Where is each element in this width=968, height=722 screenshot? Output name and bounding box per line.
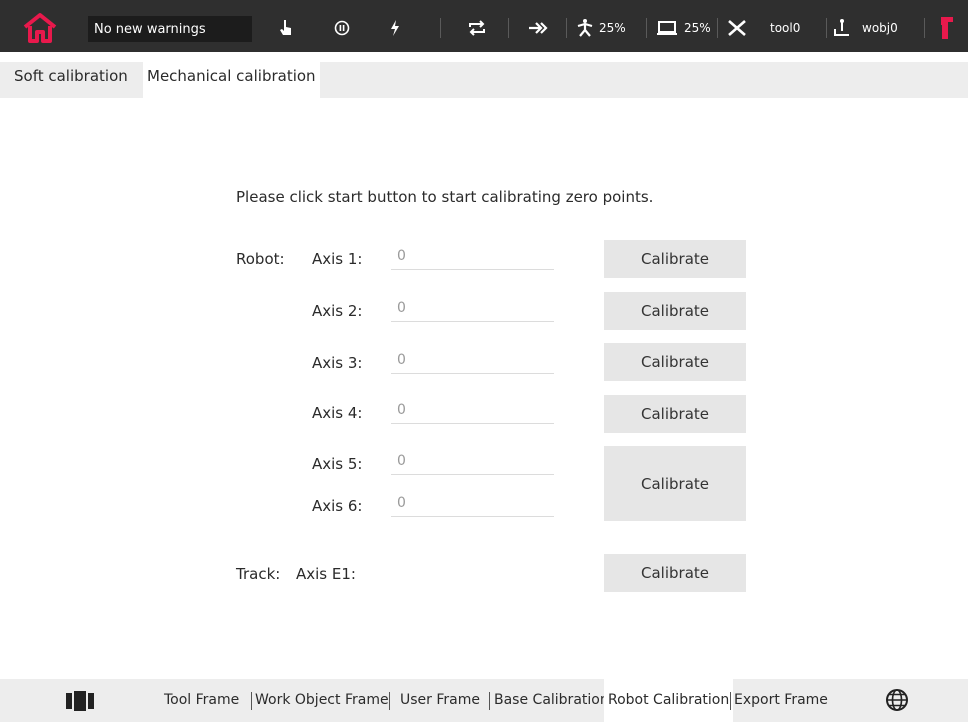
speed-percent: 25%: [599, 21, 626, 35]
joystick-icon: [834, 19, 849, 36]
calibrate-axis-5-6-button[interactable]: Calibrate: [604, 446, 746, 521]
axis-e1-label: Axis E1:: [296, 565, 356, 583]
display-percent: 25%: [684, 21, 711, 35]
axis-5-label: Axis 5:: [312, 455, 363, 473]
axis-4-label: Axis 4:: [312, 404, 363, 422]
nav-base-calibration[interactable]: Base Calibration: [490, 679, 613, 722]
axis-5-value: 0: [391, 453, 554, 475]
divider: [440, 18, 441, 38]
display-indicator[interactable]: 25%: [656, 16, 711, 40]
pause-circle-icon[interactable]: [332, 16, 352, 40]
divider: [924, 18, 925, 38]
power-bolt-icon[interactable]: [385, 16, 405, 40]
repeat-icon[interactable]: [465, 16, 489, 40]
panels-icon[interactable]: [66, 691, 96, 715]
calibration-tabs: Soft calibration Mechanical calibration: [0, 62, 968, 98]
globe-icon[interactable]: [885, 688, 909, 716]
hand-pointer-icon[interactable]: [276, 16, 296, 40]
divider: [566, 18, 567, 38]
axis-4-value: 0: [391, 402, 554, 424]
home-icon: [23, 13, 57, 43]
calibrate-axis-3-button[interactable]: Calibrate: [604, 343, 746, 381]
tools-icon: [728, 20, 746, 36]
home-button[interactable]: [22, 8, 68, 48]
step-forward-icon[interactable]: [526, 16, 552, 40]
axis-3-value: 0: [391, 352, 554, 374]
tab-mechanical-calibration[interactable]: Mechanical calibration: [143, 62, 320, 98]
wobj-name: wobj0: [862, 21, 898, 35]
robot-label: Robot:: [236, 250, 285, 268]
work-object-selector[interactable]: wobj0: [832, 16, 898, 40]
instruction-text: Please click start button to start calib…: [236, 188, 654, 206]
calibrate-axis-e1-button[interactable]: Calibrate: [604, 554, 746, 592]
divider: [389, 692, 390, 710]
axis-2-value: 0: [391, 300, 554, 322]
laptop-icon: [657, 21, 677, 35]
nav-tool-frame[interactable]: Tool Frame: [160, 679, 243, 722]
speed-indicator[interactable]: 25%: [575, 16, 626, 40]
divider: [646, 18, 647, 38]
tool-selector[interactable]: tool0: [726, 16, 800, 40]
axis-2-label: Axis 2:: [312, 302, 363, 320]
nav-robot-calibration[interactable]: Robot Calibration: [604, 679, 734, 722]
calibrate-axis-1-button[interactable]: Calibrate: [604, 240, 746, 278]
divider: [717, 18, 718, 38]
nav-user-frame[interactable]: User Frame: [396, 679, 484, 722]
warning-text: No new warnings: [94, 21, 206, 37]
calibrate-axis-2-button[interactable]: Calibrate: [604, 292, 746, 330]
tool-name: tool0: [770, 21, 801, 35]
logo-icon: [941, 17, 953, 39]
running-person-icon: [577, 19, 593, 37]
divider: [826, 18, 827, 38]
nav-work-object-frame[interactable]: Work Object Frame: [251, 679, 393, 722]
axis-1-value: 0: [391, 248, 554, 270]
axis-6-value: 0: [391, 495, 554, 517]
axis-3-label: Axis 3:: [312, 354, 363, 372]
divider: [508, 18, 509, 38]
axis-6-label: Axis 6:: [312, 497, 363, 515]
nav-export-frame[interactable]: Export Frame: [730, 679, 832, 722]
axis-1-label: Axis 1:: [312, 250, 363, 268]
top-status-bar: No new warnings 25% 25% tool0 wobj0: [0, 0, 968, 52]
track-label: Track:: [236, 565, 281, 583]
tab-soft-calibration[interactable]: Soft calibration: [10, 62, 132, 98]
brand-logo: [935, 14, 959, 42]
bottom-navigation: Tool Frame Work Object Frame User Frame …: [0, 679, 968, 722]
warning-status[interactable]: No new warnings: [88, 16, 252, 42]
calibrate-axis-4-button[interactable]: Calibrate: [604, 395, 746, 433]
